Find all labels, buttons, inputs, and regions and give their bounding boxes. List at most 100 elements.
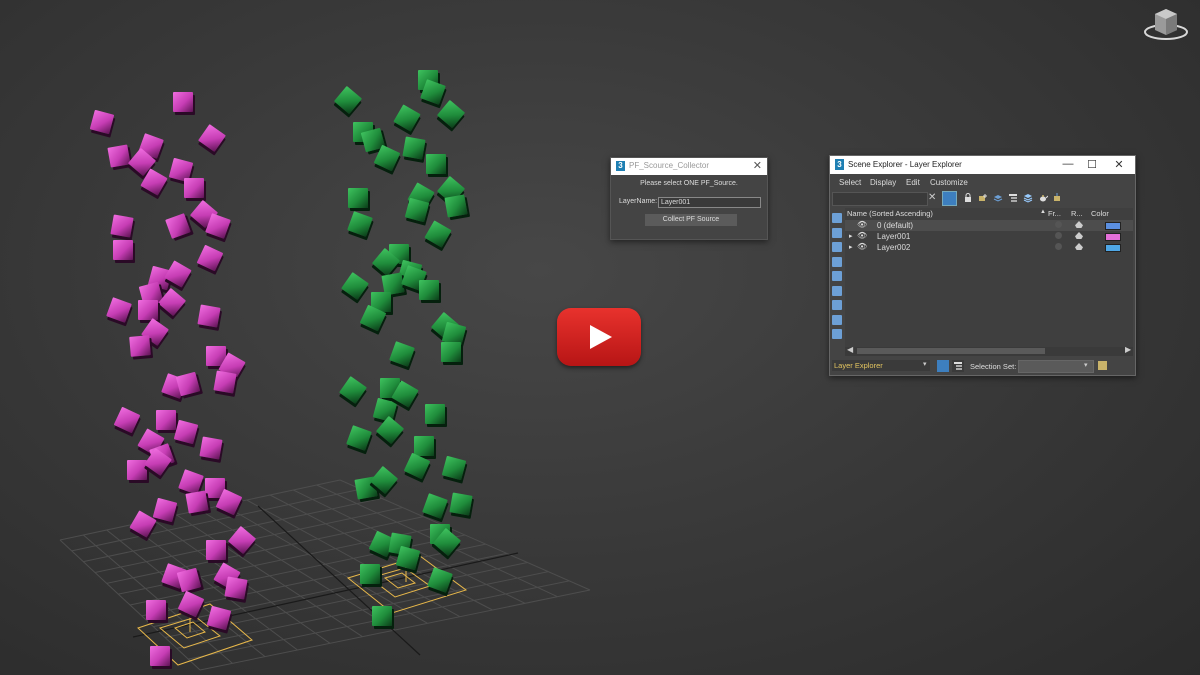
pink-particle-cube <box>152 497 178 523</box>
viewcube-icon[interactable] <box>1142 4 1190 44</box>
column-freeze[interactable]: Fr... <box>1048 209 1061 218</box>
pink-particle-cube <box>107 144 131 168</box>
pink-particle-cube <box>89 109 115 135</box>
column-render[interactable]: R... <box>1071 209 1083 218</box>
pink-particle-cube <box>173 92 193 112</box>
app-3ds-icon: 3 <box>616 161 625 171</box>
pink-particle-cube <box>110 214 134 238</box>
layer-name: Layer001 <box>877 232 911 241</box>
display-groups-icon[interactable] <box>832 300 842 310</box>
collect-pf-source-button[interactable]: Collect PF Source <box>644 213 738 227</box>
filter-icon[interactable] <box>942 191 957 206</box>
expand-icon[interactable]: ▸ <box>849 243 853 251</box>
layer-name-input[interactable]: Layer001 <box>658 197 761 208</box>
green-particle-cube <box>395 545 421 571</box>
stack-icon[interactable] <box>1023 193 1033 203</box>
green-particle-cube <box>441 342 461 362</box>
green-particle-cube <box>404 197 430 223</box>
selection-set-dropdown[interactable] <box>1018 360 1094 373</box>
pink-particle-cube <box>198 124 226 152</box>
menu-customize[interactable]: Customize <box>930 178 968 187</box>
explorer-sidebar <box>830 208 844 360</box>
hierarchy-toggle-icon[interactable] <box>952 360 964 372</box>
pink-particle-cube <box>177 590 205 618</box>
layer-name: Layer002 <box>877 243 911 252</box>
minimize-button[interactable]: — <box>1058 158 1078 170</box>
add-to-layer-icon[interactable] <box>1052 193 1062 203</box>
pink-particle-cube <box>185 490 209 514</box>
layers-icon[interactable] <box>993 193 1003 203</box>
pink-particle-cube <box>184 178 204 198</box>
horizontal-scrollbar[interactable]: ◀ ▶ <box>845 345 1133 356</box>
pink-particle-cube <box>165 213 191 239</box>
selection-set-label: Selection Set: <box>970 362 1017 371</box>
display-shapes-icon[interactable] <box>832 228 842 238</box>
clear-search-icon[interactable]: ✕ <box>928 192 936 203</box>
display-helpers-icon[interactable] <box>832 271 842 281</box>
scroll-thumb[interactable] <box>857 348 1045 354</box>
teapot-icon[interactable] <box>1075 232 1083 239</box>
green-particle-cube <box>402 136 426 160</box>
explorer-type-dropdown[interactable]: Layer Explorer <box>832 360 930 371</box>
green-particle-cube <box>375 415 405 445</box>
explorer-titlebar[interactable]: 3 Scene Explorer - Layer Explorer — ☐ ✕ <box>830 156 1135 174</box>
layer-row[interactable]: 👁 0 (default) <box>845 220 1133 231</box>
tree-header: Name (Sorted Ascending) ▲ Fr... R... Col… <box>845 208 1133 219</box>
pink-particle-cube <box>150 646 170 666</box>
column-color[interactable]: Color <box>1091 209 1109 218</box>
add-layer-icon[interactable] <box>978 193 988 203</box>
hierarchy-icon[interactable] <box>1008 193 1018 203</box>
expand-icon[interactable]: ▸ <box>849 232 853 240</box>
green-particle-cube <box>389 341 415 367</box>
layer-color-swatch[interactable] <box>1105 244 1121 252</box>
freeze-toggle[interactable] <box>1055 232 1062 239</box>
teapot-icon[interactable] <box>1075 221 1083 228</box>
search-input[interactable] <box>832 192 928 206</box>
close-icon[interactable]: ✕ <box>753 159 762 172</box>
eye-icon[interactable]: 👁 <box>857 231 867 240</box>
pink-particle-cube <box>224 576 248 600</box>
scroll-right-icon[interactable]: ▶ <box>1125 345 1131 354</box>
green-particle-cube <box>424 220 452 248</box>
display-xrefs-icon[interactable] <box>832 315 842 325</box>
green-particle-cube <box>444 194 468 218</box>
display-lights-icon[interactable] <box>832 242 842 252</box>
menu-select[interactable]: Select <box>839 178 861 187</box>
layer-row[interactable]: ▸ 👁 Layer001 <box>845 231 1133 242</box>
scroll-left-icon[interactable]: ◀ <box>847 345 853 354</box>
green-particle-cube <box>427 567 453 593</box>
close-button[interactable]: ✕ <box>1109 158 1129 171</box>
freeze-toggle[interactable] <box>1055 221 1062 228</box>
pink-particle-cube <box>106 297 132 323</box>
dialog-titlebar[interactable]: 3 PF_Scource_Collector ✕ <box>611 158 767 175</box>
eye-icon[interactable]: 👁 <box>857 242 867 251</box>
pink-particle-cube <box>227 525 257 555</box>
pink-particle-cube <box>129 335 151 357</box>
layer-row[interactable]: ▸ 👁 Layer002 <box>845 242 1133 253</box>
layer-name-label: LayerName: <box>619 198 658 205</box>
pink-particle-cube <box>206 540 226 560</box>
maximize-button[interactable]: ☐ <box>1082 158 1102 171</box>
display-cameras-icon[interactable] <box>832 257 842 267</box>
layer-color-swatch[interactable] <box>1105 233 1121 241</box>
teapot-icon[interactable] <box>1075 243 1083 250</box>
layer-color-swatch[interactable] <box>1105 222 1121 230</box>
freeze-toggle[interactable] <box>1055 243 1062 250</box>
green-particle-cube <box>422 493 448 519</box>
display-spacewarps-icon[interactable] <box>832 286 842 296</box>
menu-display[interactable]: Display <box>870 178 896 187</box>
teapot-icon[interactable] <box>1038 193 1048 203</box>
display-bones-icon[interactable] <box>832 329 842 339</box>
display-geometry-icon[interactable] <box>832 213 842 223</box>
menu-edit[interactable]: Edit <box>906 178 920 187</box>
layers-toggle-icon[interactable] <box>937 360 949 372</box>
eye-icon[interactable]: 👁 <box>857 220 867 229</box>
explorer-toolbar: ✕ <box>830 190 1135 207</box>
column-name[interactable]: Name (Sorted Ascending) <box>847 209 933 218</box>
pink-particle-cube <box>175 371 201 397</box>
lock-icon[interactable] <box>963 193 973 203</box>
play-button[interactable] <box>557 308 641 366</box>
manage-selection-sets-icon[interactable] <box>1098 361 1107 370</box>
explorer-title: Scene Explorer - Layer Explorer <box>848 160 962 169</box>
chevron-down-icon: ▾ <box>923 361 927 368</box>
